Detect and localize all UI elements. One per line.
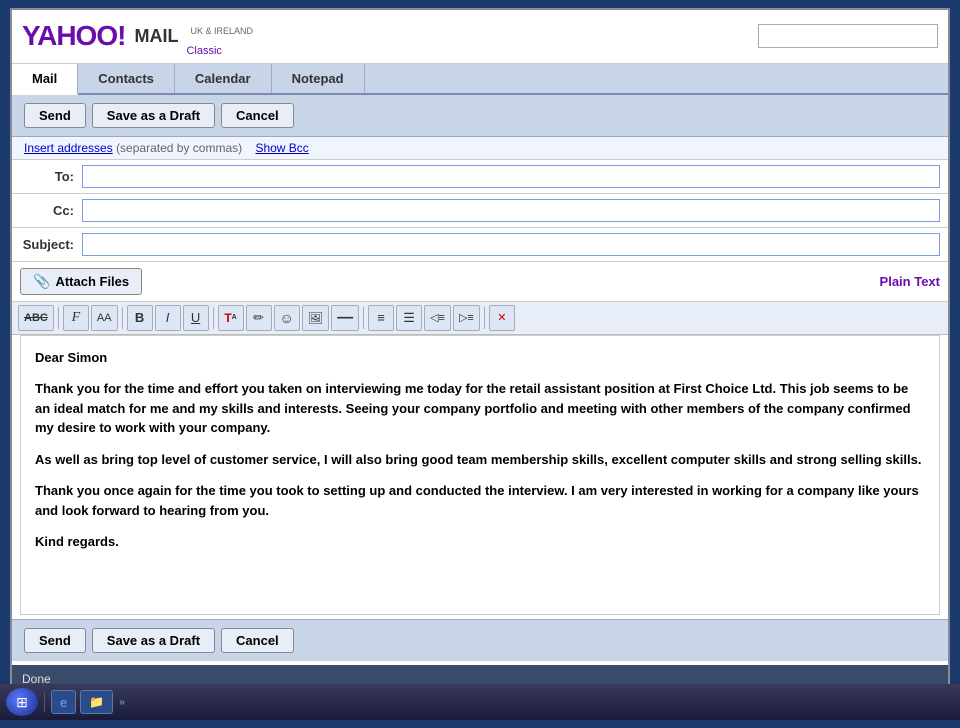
font-size-button[interactable]: AA (91, 305, 118, 331)
to-row: To: (12, 160, 948, 194)
attach-label: Attach Files (55, 274, 129, 289)
emoticon-button[interactable]: ☺ (274, 305, 300, 331)
send-button-bottom[interactable]: Send (24, 628, 86, 653)
send-button-top[interactable]: Send (24, 103, 86, 128)
format-toolbar: ABC F AA B I U TA ✏ ☺ 🖼 — ≡ ☰ ◁≡ ▷≡ ✕ (12, 302, 948, 335)
attach-files-button[interactable]: 📎 Attach Files (20, 268, 142, 295)
list-button[interactable]: ☰ (396, 305, 422, 331)
to-label: To: (12, 169, 82, 184)
tab-calendar[interactable]: Calendar (175, 64, 272, 93)
indent-more-button[interactable]: ▷≡ (453, 305, 480, 331)
email-para1: Thank you for the time and effort you ta… (35, 379, 925, 438)
fmt-sep-4 (363, 307, 364, 329)
main-window: YAHOO! MAIL UK & IRELAND Classic Mail Co… (10, 8, 950, 695)
header: YAHOO! MAIL UK & IRELAND Classic (12, 10, 948, 64)
image-button[interactable]: 🖼 (302, 305, 329, 331)
to-input[interactable] (82, 165, 940, 188)
align-button[interactable]: ≡ (368, 305, 394, 331)
cancel-button-bottom[interactable]: Cancel (221, 628, 294, 653)
taskbar-separator (44, 692, 45, 712)
hr-button[interactable]: — (331, 305, 359, 331)
subject-input[interactable] (82, 233, 940, 256)
spellcheck-button[interactable]: ABC (18, 305, 54, 331)
ie-icon: e (60, 695, 67, 710)
logo: YAHOO! MAIL UK & IRELAND Classic (22, 16, 253, 57)
taskbar-ie[interactable]: e (51, 690, 76, 714)
classic-text: Classic (186, 45, 253, 57)
show-bcc-link[interactable]: Show Bcc (255, 141, 308, 155)
cc-label: Cc: (12, 203, 82, 218)
paperclip-icon: 📎 (33, 273, 50, 290)
compose-area: Insert addresses (separated by commas) S… (12, 137, 948, 615)
address-hint: Insert addresses (separated by commas) S… (12, 137, 948, 160)
cc-row: Cc: (12, 194, 948, 228)
bottom-toolbar: Send Save as a Draft Cancel (12, 619, 948, 661)
email-greeting: Dear Simon (35, 348, 925, 368)
tab-mail[interactable]: Mail (12, 64, 78, 95)
indent-less-button[interactable]: ◁≡ (424, 305, 451, 331)
save-draft-button-top[interactable]: Save as a Draft (92, 103, 215, 128)
font-button[interactable]: F (63, 305, 89, 331)
email-para2: As well as bring top level of customer s… (35, 450, 925, 470)
fmt-sep-5 (484, 307, 485, 329)
subject-row: Subject: (12, 228, 948, 262)
fmt-sep-2 (122, 307, 123, 329)
fmt-sep-1 (58, 307, 59, 329)
top-toolbar: Send Save as a Draft Cancel (12, 95, 948, 137)
yahoo-text: YAHOO! (22, 20, 125, 52)
search-input[interactable] (758, 24, 938, 48)
insert-addresses-link[interactable]: Insert addresses (24, 141, 113, 155)
save-draft-button-bottom[interactable]: Save as a Draft (92, 628, 215, 653)
italic-button[interactable]: I (155, 305, 181, 331)
taskbar: ⊞ e 📁 » (0, 684, 960, 720)
remove-format-button[interactable]: ✕ (489, 305, 515, 331)
mail-text: MAIL (129, 26, 178, 47)
bold-button[interactable]: B (127, 305, 153, 331)
tab-notepad[interactable]: Notepad (272, 64, 365, 93)
attach-row: 📎 Attach Files Plain Text (12, 262, 948, 302)
fmt-sep-3 (213, 307, 214, 329)
email-closing: Kind regards. (35, 532, 925, 552)
underline-button[interactable]: U (183, 305, 209, 331)
folder-icon: 📁 (89, 695, 104, 709)
email-para3: Thank you once again for the time you to… (35, 481, 925, 520)
highlight-button[interactable]: ✏ (246, 305, 272, 331)
tab-contacts[interactable]: Contacts (78, 64, 175, 93)
taskbar-chevron: » (119, 697, 125, 708)
nav-tabs: Mail Contacts Calendar Notepad (12, 64, 948, 95)
region-text: UK & IRELAND (190, 26, 253, 37)
email-body[interactable]: Dear Simon Thank you for the time and ef… (20, 335, 940, 615)
windows-icon: ⊞ (16, 694, 28, 711)
cancel-button-top[interactable]: Cancel (221, 103, 294, 128)
subject-label: Subject: (12, 237, 82, 252)
taskbar-item2[interactable]: 📁 (80, 690, 113, 714)
plain-text-link[interactable]: Plain Text (880, 274, 940, 289)
start-button[interactable]: ⊞ (6, 688, 38, 716)
cc-input[interactable] (82, 199, 940, 222)
text-color-button[interactable]: TA (218, 305, 244, 331)
